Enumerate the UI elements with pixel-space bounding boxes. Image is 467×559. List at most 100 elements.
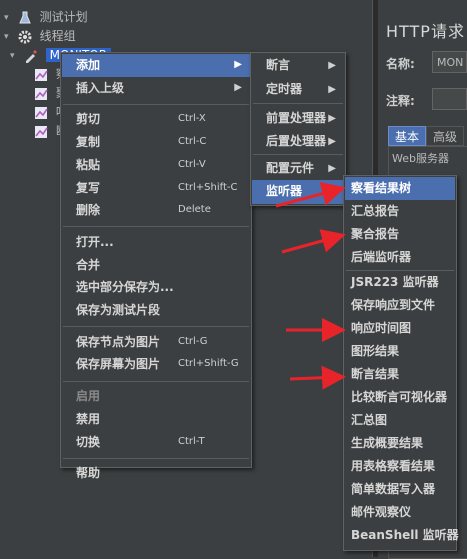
menu-item-label: 禁用 [76,411,101,426]
chart-icon [34,125,48,139]
context-menu-item-10[interactable]: 合并 [62,254,250,277]
collapse-icon[interactable]: ▾ [4,9,14,27]
menu-item-label: 配置元件 [266,161,315,175]
listener-submenu-item-0[interactable]: 察看结果树 [345,177,455,200]
menu-separator [63,226,249,228]
menu-item-label: 保存节点为图片 [76,334,161,349]
add-submenu-item-5[interactable]: 监听器 ▶ [252,180,344,204]
tree-node-thread-group[interactable]: ▾ 线程组 [4,27,76,45]
menu-item-label: 合并 [76,257,101,272]
menu-separator [63,380,249,382]
listener-submenu-item-8[interactable]: 图形结果 [345,340,455,363]
menu-shortcut: Ctrl+Shift-C [178,181,238,193]
menu-item-label: 监听器 [266,184,303,198]
chart-icon [34,106,48,120]
menu-item-label: 帮助 [76,466,101,481]
context-menu-item-17[interactable]: 启用 [62,385,250,408]
add-submenu-item-2[interactable]: 前置处理器 ▶ [252,107,344,131]
listener-submenu-item-12[interactable]: 生成概要结果 [345,432,455,455]
add-submenu-item-0[interactable]: 断言 ▶ [252,54,344,78]
name-label: 名称: [386,57,415,71]
add-submenu-item-3[interactable]: 后置处理器 ▶ [252,130,344,154]
menu-item-label: 保存屏幕为图片 [76,357,161,372]
listener-submenu-item-6[interactable]: 保存响应到文件 [345,294,455,317]
context-menu-item-9[interactable]: 打开... [62,231,250,254]
name-field[interactable]: MON [432,51,467,73]
menu-item-label: 图形结果 [351,344,400,358]
add-submenu-item-4[interactable]: 配置元件 ▶ [252,157,344,181]
menu-separator [63,326,249,328]
add-submenu: 断言 ▶ 定时器 ▶ 前置处理器 ▶ 后置处理器 ▶ 配置元件 ▶ 监听器 ▶ [250,52,346,206]
submenu-arrow-icon: ▶ [328,84,336,95]
add-submenu-item-1[interactable]: 定时器 ▶ [252,78,344,102]
listener-submenu-item-7[interactable]: 响应时间图 [345,317,455,340]
listener-submenu-item-9[interactable]: 断言结果 [345,363,455,386]
context-menu-item-19[interactable]: 切换 Ctrl-T [62,431,250,454]
menu-item-label: 打开... [76,234,114,249]
context-menu-item-14[interactable]: 保存节点为图片 Ctrl-G [62,331,250,354]
collapse-icon[interactable]: ▾ [4,28,14,46]
menu-separator [63,103,249,105]
context-menu-item-6[interactable]: 复写 Ctrl+Shift-C [62,177,250,200]
menu-item-label: 后置处理器 [266,134,327,148]
listener-submenu-item-2[interactable]: 聚合报告 [345,223,455,246]
submenu-arrow-icon: ▶ [234,81,242,93]
menu-shortcut: Ctrl-T [178,435,205,447]
menu-item-label: 添加 [76,58,101,72]
menu-item-label: 保存响应到文件 [351,298,436,312]
flask-icon [18,11,32,25]
menu-shortcut: Ctrl-V [178,158,206,170]
tab-advanced[interactable]: 高级 [426,126,465,146]
panel-title: HTTP请求 [386,22,465,41]
comment-label: 注释: [386,94,415,108]
menu-item-label: 汇总报告 [351,204,400,218]
listener-submenu-item-3[interactable]: 后端监听器 [345,246,455,269]
menu-item-label: 保存为测试片段 [76,303,161,317]
menu-separator [253,103,343,104]
menu-item-label: 断言 [266,58,291,72]
menu-item-label: 用表格察看结果 [351,459,436,473]
listener-submenu-item-11[interactable]: 汇总图 [345,409,455,432]
menu-item-label: 定时器 [266,82,303,96]
context-menu-item-21[interactable]: 帮助 [62,462,250,485]
menu-item-label: 粘贴 [76,157,101,172]
context-menu-item-4[interactable]: 复制 Ctrl-C [62,131,250,154]
tab-basic[interactable]: 基本 [388,126,427,146]
context-menu-item-7[interactable]: 删除 Delete [62,199,250,222]
section-title: Web服务器 [392,152,449,165]
tree-node-test-plan[interactable]: ▾ 测试计划 [4,8,88,26]
menu-item-label: 断言结果 [351,367,400,381]
listener-submenu-item-14[interactable]: 简单数据写入器 [345,478,455,501]
submenu-arrow-icon: ▶ [328,136,336,147]
listener-submenu-item-16[interactable]: BeanShell 监听器 [345,524,459,547]
menu-item-label: 汇总图 [351,413,388,427]
context-menu-item-12[interactable]: 保存为测试片段 [62,299,250,322]
context-menu-item-11[interactable]: 选中部分保存为... [62,276,250,299]
listener-submenu-item-13[interactable]: 用表格察看结果 [345,455,455,478]
comment-field[interactable] [432,88,467,110]
context-menu-item-5[interactable]: 粘贴 Ctrl-V [62,154,250,177]
context-menu-item-1[interactable]: 插入上级 ▶ [62,77,250,100]
menu-shortcut: Ctrl-C [178,136,207,148]
menu-item-label: 前置处理器 [266,111,327,125]
menu-item-label: 聚合报告 [351,227,400,241]
menu-item-label: 复制 [76,135,101,150]
context-menu-item-0[interactable]: 添加 ▶ [62,54,250,77]
menu-separator [63,457,249,459]
context-menu-item-18[interactable]: 禁用 [62,408,250,431]
context-menu-item-3[interactable]: 剪切 Ctrl-X [62,108,250,131]
context-menu-item-15[interactable]: 保存屏幕为图片 Ctrl+Shift-G [62,353,250,376]
listener-submenu-item-15[interactable]: 邮件观察仪 [345,501,455,524]
menu-item-label: 启用 [76,389,101,404]
listener-submenu-item-1[interactable]: 汇总报告 [345,200,455,223]
listener-submenu-item-10[interactable]: 比较断言可视化器 [345,386,455,409]
listener-submenu-item-5[interactable]: JSR223 监听器 [345,271,455,294]
tree-node-label: 测试计划 [39,10,88,24]
submenu-arrow-icon: ▶ [328,163,336,174]
menu-item-label: 插入上级 [76,80,125,95]
chart-icon [34,87,48,101]
collapse-icon[interactable]: ▾ [10,47,20,65]
menu-item-label: 复写 [76,180,101,195]
menu-item-label: BeanShell 监听器 [351,528,459,542]
listener-submenu: 察看结果树汇总报告聚合报告后端监听器 JSR223 监听器保存响应到文件响应时间图… [343,175,459,551]
